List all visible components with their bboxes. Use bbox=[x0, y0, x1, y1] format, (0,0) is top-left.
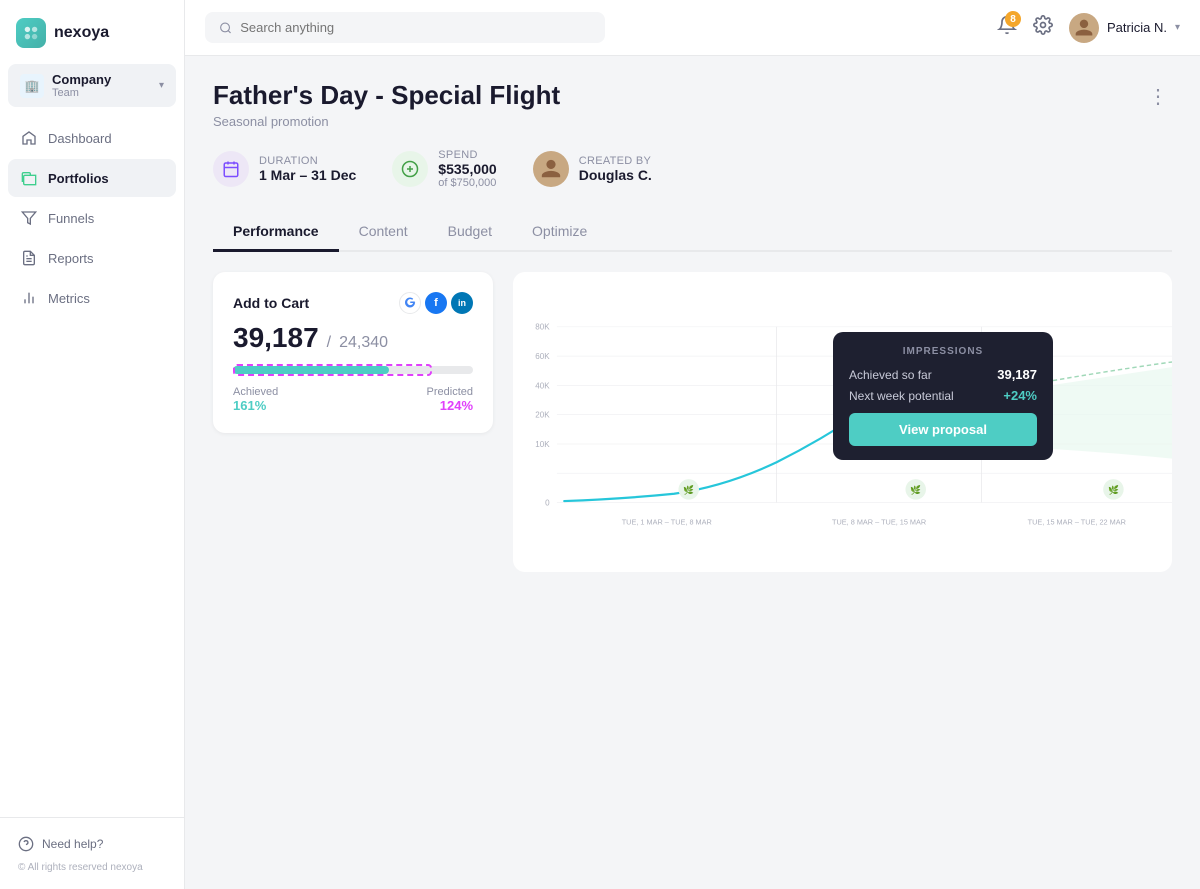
avatar bbox=[1069, 13, 1099, 43]
sidebar-item-metrics[interactable]: Metrics bbox=[8, 279, 176, 317]
performance-tabs: Performance Content Budget Optimize bbox=[213, 213, 1172, 252]
svg-text:0: 0 bbox=[545, 498, 550, 507]
view-proposal-button[interactable]: View proposal bbox=[849, 413, 1037, 446]
sidebar-nav: Dashboard Portfolios Funnels Reports Met… bbox=[0, 115, 184, 817]
svg-text:TUE, 15 MAR – TUE, 22 MAR: TUE, 15 MAR – TUE, 22 MAR bbox=[1028, 518, 1126, 527]
sidebar: nexoya 🏢 Company Team ▾ Dashboard Portfo… bbox=[0, 0, 185, 889]
reports-icon bbox=[20, 249, 38, 267]
spend-value: $535,000 bbox=[438, 161, 496, 177]
team-name: Company bbox=[52, 72, 111, 87]
svg-text:🌿: 🌿 bbox=[910, 485, 921, 495]
achieved-value: 161% bbox=[233, 398, 278, 413]
sidebar-item-reports[interactable]: Reports bbox=[8, 239, 176, 277]
app-name: nexoya bbox=[54, 24, 109, 42]
sidebar-item-dashboard[interactable]: Dashboard bbox=[8, 119, 176, 157]
tooltip-achieved-label: Achieved so far bbox=[849, 368, 932, 382]
search-icon bbox=[219, 21, 232, 35]
campaign-title: Father's Day - Special Flight bbox=[213, 80, 560, 111]
campaign-meta: Duration 1 Mar – 31 Dec Spend $535,000 o… bbox=[213, 149, 1172, 189]
duration-value: 1 Mar – 31 Dec bbox=[259, 167, 356, 183]
svg-text:🌿: 🌿 bbox=[1108, 485, 1119, 495]
spend-label: Spend bbox=[438, 149, 496, 161]
svg-text:80K: 80K bbox=[535, 323, 550, 332]
search-bar[interactable] bbox=[205, 12, 605, 43]
svg-text:🌿: 🌿 bbox=[683, 485, 694, 495]
funnels-icon bbox=[20, 209, 38, 227]
campaign-header: Father's Day - Special Flight Seasonal p… bbox=[213, 80, 1172, 129]
sidebar-item-label: Portfolios bbox=[48, 171, 109, 186]
need-help-button[interactable]: Need help? bbox=[12, 830, 172, 858]
creator-name: Douglas C. bbox=[579, 167, 652, 183]
tab-budget[interactable]: Budget bbox=[428, 213, 512, 252]
sidebar-item-funnels[interactable]: Funnels bbox=[8, 199, 176, 237]
progress-bar bbox=[233, 366, 473, 374]
tooltip-potential-value: +24% bbox=[1003, 388, 1037, 403]
team-sub: Team bbox=[52, 87, 111, 99]
sidebar-item-label: Metrics bbox=[48, 291, 90, 306]
campaign-subtitle: Seasonal promotion bbox=[213, 114, 560, 129]
page-content: Father's Day - Special Flight Seasonal p… bbox=[185, 56, 1200, 889]
chart-area: IMPRESSIONS Achieved so far 39,187 Next … bbox=[513, 272, 1172, 572]
main-metric-number: 39,187 bbox=[233, 322, 319, 354]
main-area: 8 Patricia N. ▾ Father's Day - Special F… bbox=[185, 0, 1200, 889]
settings-button[interactable] bbox=[1033, 15, 1053, 40]
duration-icon bbox=[213, 151, 249, 187]
target-number: 24,340 bbox=[339, 334, 388, 352]
more-options-button[interactable]: ⋮ bbox=[1144, 80, 1172, 113]
duration-label: Duration bbox=[259, 155, 356, 167]
spend-meta: Spend $535,000 of $750,000 bbox=[392, 149, 496, 189]
logo: nexoya bbox=[0, 0, 184, 64]
sidebar-item-label: Funnels bbox=[48, 211, 94, 226]
svg-text:40K: 40K bbox=[535, 381, 550, 390]
metric-card: Add to Cart f in 39,187 / 24,340 bbox=[213, 272, 493, 433]
created-by-label: Created by bbox=[579, 155, 652, 167]
linkedin-icon: in bbox=[451, 292, 473, 314]
svg-text:TUE, 1 MAR – TUE, 8 MAR: TUE, 1 MAR – TUE, 8 MAR bbox=[622, 518, 712, 527]
predicted-label: Predicted bbox=[427, 386, 473, 398]
tooltip-potential-label: Next week potential bbox=[849, 389, 954, 403]
svg-text:10K: 10K bbox=[535, 440, 550, 449]
creator-avatar bbox=[533, 151, 569, 187]
team-switcher[interactable]: 🏢 Company Team ▾ bbox=[8, 64, 176, 107]
svg-text:60K: 60K bbox=[535, 352, 550, 361]
tooltip-title: IMPRESSIONS bbox=[849, 346, 1037, 357]
team-icon: 🏢 bbox=[20, 74, 44, 98]
tooltip-achieved-value: 39,187 bbox=[997, 367, 1037, 382]
spend-icon bbox=[392, 151, 428, 187]
portfolios-icon bbox=[20, 169, 38, 187]
metrics-icon bbox=[20, 289, 38, 307]
search-input[interactable] bbox=[240, 20, 591, 35]
google-ads-icon bbox=[399, 292, 421, 314]
svg-text:20K: 20K bbox=[535, 411, 550, 420]
sidebar-item-label: Dashboard bbox=[48, 131, 112, 146]
notifications-button[interactable]: 8 bbox=[997, 15, 1017, 40]
notification-badge: 8 bbox=[1005, 11, 1021, 27]
home-icon bbox=[20, 129, 38, 147]
sidebar-footer: Need help? © All rights reserved nexoya bbox=[0, 817, 184, 889]
spend-of: of $750,000 bbox=[438, 177, 496, 189]
copyright: © All rights reserved nexoya bbox=[12, 858, 172, 877]
user-name: Patricia N. bbox=[1107, 20, 1167, 35]
predicted-progress bbox=[233, 364, 432, 376]
logo-icon bbox=[16, 18, 46, 48]
sidebar-item-portfolios[interactable]: Portfolios bbox=[8, 159, 176, 197]
tab-optimize[interactable]: Optimize bbox=[512, 213, 607, 252]
tab-content[interactable]: Content bbox=[339, 213, 428, 252]
predicted-value: 124% bbox=[427, 398, 473, 413]
metric-card-title: Add to Cart bbox=[233, 295, 309, 311]
topbar: 8 Patricia N. ▾ bbox=[185, 0, 1200, 56]
achieved-label: Achieved bbox=[233, 386, 278, 398]
chevron-down-icon: ▾ bbox=[159, 80, 164, 91]
user-chevron-icon: ▾ bbox=[1175, 22, 1180, 33]
user-menu[interactable]: Patricia N. ▾ bbox=[1069, 13, 1180, 43]
performance-content: Add to Cart f in 39,187 / 24,340 bbox=[213, 272, 1172, 572]
created-by-meta: Created by Douglas C. bbox=[533, 151, 652, 187]
duration-meta: Duration 1 Mar – 31 Dec bbox=[213, 151, 356, 187]
need-help-label: Need help? bbox=[42, 837, 103, 851]
sidebar-item-label: Reports bbox=[48, 251, 94, 266]
svg-text:TUE, 8 MAR – TUE, 15 MAR: TUE, 8 MAR – TUE, 15 MAR bbox=[832, 518, 926, 527]
tab-performance[interactable]: Performance bbox=[213, 213, 339, 252]
facebook-icon: f bbox=[425, 292, 447, 314]
chart-tooltip: IMPRESSIONS Achieved so far 39,187 Next … bbox=[833, 332, 1053, 460]
